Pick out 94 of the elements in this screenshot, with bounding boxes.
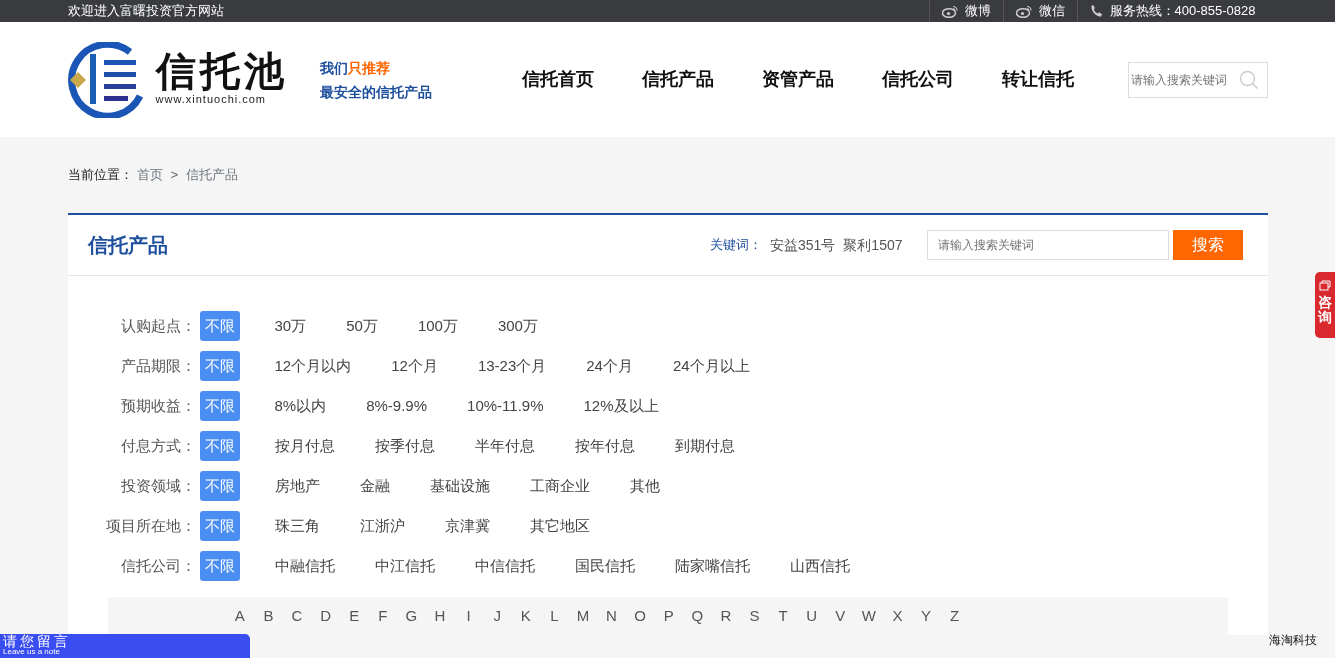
filter-option[interactable]: 8%-9.9% bbox=[361, 390, 433, 422]
filter-label: 产品期限： bbox=[119, 355, 196, 376]
filter-label: 付息方式： bbox=[119, 435, 196, 456]
filter-option[interactable]: 陆家嘴信托 bbox=[669, 550, 755, 582]
letter-link[interactable]: N bbox=[597, 604, 626, 628]
letter-link[interactable]: P bbox=[654, 604, 683, 628]
breadcrumb-link[interactable]: 首页 bbox=[136, 165, 163, 185]
search-field[interactable]: 请输入搜索关键词 bbox=[926, 230, 1169, 260]
breadcrumb-label: 当前位置： bbox=[67, 166, 133, 185]
letter-link[interactable]: M bbox=[568, 604, 598, 628]
search-field[interactable]: 请输入搜索关键词 bbox=[1127, 61, 1268, 98]
letter-link[interactable]: A bbox=[225, 604, 255, 628]
filter-option[interactable]: 24个月以上 bbox=[667, 350, 755, 382]
filter-option[interactable]: 按季付息 bbox=[369, 430, 440, 462]
filter-option[interactable]: 国民信托 bbox=[569, 550, 640, 582]
filter-option[interactable]: 12个月以内 bbox=[269, 350, 357, 382]
letter-link[interactable]: Y bbox=[911, 604, 941, 628]
filter-option[interactable]: 中融信托 bbox=[269, 550, 340, 582]
letter-link[interactable]: Q bbox=[683, 604, 712, 628]
nav-link[interactable]: 资管产品 bbox=[737, 66, 858, 93]
letter-link[interactable]: D bbox=[311, 604, 340, 628]
filter-option[interactable]: 100万 bbox=[412, 310, 463, 342]
filter-option[interactable]: 13-23个月 bbox=[472, 350, 552, 382]
letter-link[interactable]: X bbox=[883, 604, 912, 628]
weibo-icon bbox=[941, 4, 959, 18]
filter-option[interactable]: 300万 bbox=[492, 310, 543, 342]
letter-link[interactable]: F bbox=[368, 604, 398, 628]
weibo-icon bbox=[1015, 4, 1033, 18]
filter-label: 投资领域： bbox=[119, 475, 196, 496]
letter-link[interactable]: H bbox=[425, 604, 455, 628]
nav-link[interactable]: 信托公司 bbox=[857, 66, 978, 93]
welcome-text: 欢迎进入富曙投资官方网站 bbox=[67, 2, 224, 21]
filter-option[interactable]: 基础设施 bbox=[424, 470, 495, 502]
filter-label: 认购起点： bbox=[119, 315, 196, 336]
letter-link[interactable]: G bbox=[397, 604, 426, 628]
filter-option[interactable]: 12%及以上 bbox=[578, 390, 664, 422]
letter-link[interactable]: R bbox=[711, 604, 741, 628]
letter-link[interactable]: K bbox=[511, 604, 541, 628]
keyword-link[interactable]: 安益351号 bbox=[770, 234, 836, 256]
filter-label: 信托公司： bbox=[119, 555, 196, 576]
letter-link[interactable]: V bbox=[825, 604, 855, 628]
breadcrumb-separator: > bbox=[170, 166, 179, 185]
letter-link[interactable]: O bbox=[625, 604, 655, 628]
consult-tab[interactable]: 咨询 bbox=[1315, 272, 1335, 338]
nav-link[interactable]: 信托首页 bbox=[497, 66, 618, 93]
phone-icon bbox=[1089, 4, 1104, 18]
filter-option[interactable]: 房地产 bbox=[269, 470, 325, 502]
letter-link[interactable]: C bbox=[282, 604, 312, 628]
breadcrumb-link[interactable]: 信托产品 bbox=[186, 165, 239, 185]
message-bar[interactable]: 请您留言 Leave us a note bbox=[0, 634, 250, 658]
slogan-text: 我们只推荐 bbox=[319, 58, 391, 78]
filter-option[interactable]: 24个月 bbox=[581, 350, 638, 382]
chat-icon bbox=[1319, 279, 1331, 291]
logo-url: www.xintuochi.com bbox=[155, 92, 268, 108]
filter-label: 预期收益： bbox=[119, 395, 196, 416]
filter-option[interactable]: 江浙沪 bbox=[354, 510, 410, 542]
letter-link[interactable]: I bbox=[454, 604, 483, 628]
filter-option[interactable]: 按月付息 bbox=[269, 430, 340, 462]
filter-option[interactable]: 50万 bbox=[341, 310, 383, 342]
keywords-label: 关键词： bbox=[710, 236, 762, 255]
letter-link[interactable]: Z bbox=[940, 604, 969, 628]
filter-option[interactable]: 半年付息 bbox=[469, 430, 540, 462]
letter-link[interactable]: U bbox=[797, 604, 826, 628]
filter-option[interactable]: 珠三角 bbox=[269, 510, 325, 542]
filter-option[interactable]: 京津冀 bbox=[439, 510, 495, 542]
letter-link[interactable]: J bbox=[482, 604, 512, 628]
corner-text: 海淘科技 bbox=[1269, 632, 1317, 649]
letter-link[interactable]: L bbox=[540, 604, 569, 628]
letter-link[interactable]: S bbox=[740, 604, 769, 628]
search-icon[interactable] bbox=[1238, 69, 1259, 90]
keyword-link[interactable]: 聚利1507 bbox=[843, 234, 903, 256]
filter-option[interactable]: 8%以内 bbox=[269, 390, 332, 422]
panel-title: 信托产品 bbox=[87, 233, 168, 258]
filter-option[interactable]: 其他 bbox=[624, 470, 665, 502]
logo-text: 信托池 bbox=[155, 51, 288, 92]
letter-link[interactable]: B bbox=[254, 604, 283, 628]
filter-option[interactable]: 30万 bbox=[269, 310, 312, 342]
filter-option[interactable]: 10%-11.9% bbox=[462, 390, 549, 422]
letter-link[interactable]: E bbox=[339, 604, 369, 628]
letter-link[interactable]: W bbox=[854, 604, 884, 628]
filter-option[interactable]: 中信信托 bbox=[469, 550, 540, 582]
slogan-text: 最安全的信托产品 bbox=[319, 82, 432, 102]
letter-link[interactable]: T bbox=[768, 604, 798, 628]
filter-option[interactable]: 其它地区 bbox=[524, 510, 595, 542]
filter-label: 项目所在地： bbox=[104, 515, 196, 536]
filter-option[interactable]: 到期付息 bbox=[669, 430, 740, 462]
filter-option[interactable]: 金融 bbox=[354, 470, 395, 502]
nav-link[interactable]: 信托产品 bbox=[617, 66, 738, 93]
filter-option[interactable]: 工商企业 bbox=[524, 470, 595, 502]
filter-option[interactable]: 中江信托 bbox=[369, 550, 440, 582]
filter-option[interactable]: 按年付息 bbox=[569, 430, 640, 462]
filter-option[interactable]: 12个月 bbox=[386, 350, 443, 382]
nav-link[interactable]: 转让信托 bbox=[977, 66, 1098, 93]
filter-option[interactable]: 山西信托 bbox=[784, 550, 855, 582]
